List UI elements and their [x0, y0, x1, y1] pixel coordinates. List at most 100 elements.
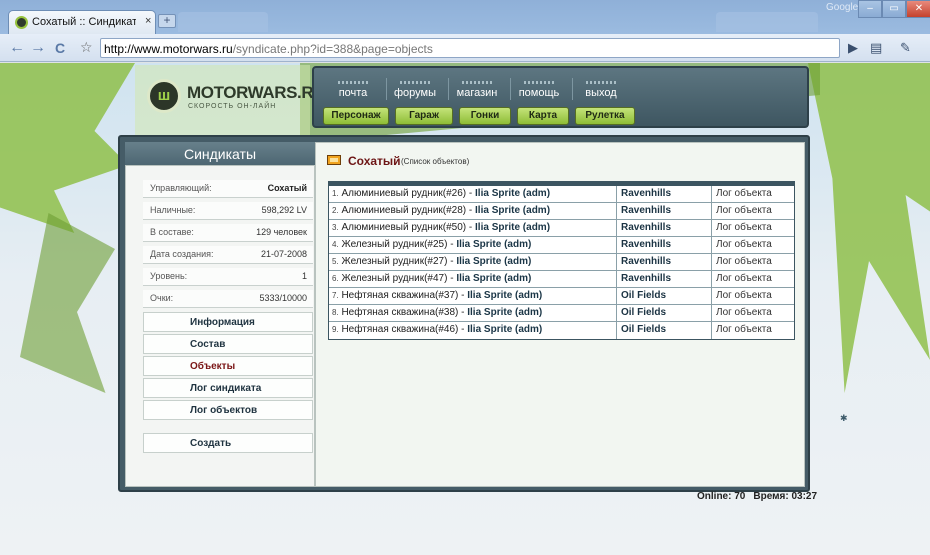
logo-emblem-icon: ш [147, 79, 181, 113]
window-controls: – ▭ ✕ [858, 0, 930, 18]
button-map[interactable]: Карта [517, 107, 569, 125]
object-log-link[interactable]: Лог объекта [713, 271, 795, 288]
reload-button[interactable]: C [55, 40, 65, 56]
create-button[interactable]: Создать [143, 433, 313, 453]
sidebar-link-objects-log[interactable]: Лог объектов [143, 400, 313, 420]
separator: - [447, 273, 457, 284]
background-tab[interactable] [716, 12, 818, 32]
new-tab-button[interactable]: + [158, 14, 176, 28]
decorative-mark-icon: ✱ [840, 413, 848, 423]
object-owner-link[interactable]: Ilia Sprite (adm) [475, 222, 550, 233]
play-icon[interactable]: ▶ [848, 40, 858, 56]
object-location: Ravenhills [618, 237, 712, 254]
object-log-link[interactable]: Лог объекта [713, 186, 795, 203]
object-log-link[interactable]: Лог объекта [713, 305, 795, 322]
object-owner-link[interactable]: Ilia Sprite (adm) [475, 188, 550, 199]
object-cell: 1. Алюминиевый рудник(#26) - Ilia Sprite… [329, 186, 617, 203]
table-row: 9. Нефтяная скважина(#46) - Ilia Sprite … [329, 322, 794, 339]
object-log-link[interactable]: Лог объекта [713, 203, 795, 220]
object-cell: 5. Железный рудник(#27) - Ilia Sprite (a… [329, 254, 617, 271]
row-number: 7. [332, 291, 339, 300]
object-log-link[interactable]: Лог объекта [713, 254, 795, 271]
object-owner-link[interactable]: Ilia Sprite (adm) [467, 324, 542, 335]
nav-link-mail[interactable]: почта [325, 81, 381, 99]
object-name: Железный рудник(#27) [341, 256, 448, 267]
browser-titlebar: Сохатый :: Синдикаты :: ... × + Google –… [0, 0, 930, 34]
row-number: 1. [332, 189, 339, 198]
table-row: 1. Алюминиевый рудник(#26) - Ilia Sprite… [329, 186, 794, 203]
sidebar-link-information[interactable]: Информация [143, 312, 313, 332]
object-owner-link[interactable]: Ilia Sprite (adm) [456, 273, 531, 284]
separator: - [447, 256, 457, 267]
info-row-points: Очки: 5333/10000 [143, 290, 313, 308]
nav-link-help[interactable]: помощь [511, 81, 567, 99]
button-garage[interactable]: Гараж [395, 107, 453, 125]
object-cell: 4. Железный рудник(#25) - Ilia Sprite (a… [329, 237, 617, 254]
sidebar-link-syndicate-log[interactable]: Лог синдиката [143, 378, 313, 398]
tab-close-icon[interactable]: × [145, 15, 151, 27]
object-location: Ravenhills [618, 254, 712, 271]
maximize-button[interactable]: ▭ [882, 0, 906, 18]
object-cell: 3. Алюминиевый рудник(#50) - Ilia Sprite… [329, 220, 617, 237]
background-splash [808, 63, 930, 393]
back-button[interactable]: ← [9, 40, 25, 56]
objects-panel: Сохатый (Список объектов) 1. Алюминиевый… [315, 142, 805, 487]
syndicate-sidebar: Управляющий: Сохатый Наличные: 598,292 L… [125, 165, 315, 487]
object-name: Алюминиевый рудник(#26) [341, 188, 467, 199]
info-row-manager: Управляющий: Сохатый [143, 180, 313, 198]
table-row: 5. Железный рудник(#27) - Ilia Sprite (a… [329, 254, 794, 271]
info-label: Дата создания: [150, 249, 214, 259]
row-number: 3. [332, 223, 339, 232]
object-location: Ravenhills [618, 186, 712, 203]
object-owner-link[interactable]: Ilia Sprite (adm) [475, 205, 550, 216]
object-owner-link[interactable]: Ilia Sprite (adm) [456, 256, 531, 267]
sidebar-link-members[interactable]: Состав [143, 334, 313, 354]
background-tab[interactable] [178, 12, 268, 32]
table-row: 6. Железный рудник(#47) - Ilia Sprite (a… [329, 271, 794, 288]
object-owner-link[interactable]: Ilia Sprite (adm) [467, 290, 542, 301]
bookmark-star-icon[interactable]: ☆ [80, 39, 93, 56]
wrench-menu-icon[interactable]: ✎ [900, 40, 911, 56]
site-logo[interactable]: ш MOTORWARS.RU СКОРОСТЬ ОН-ЛАЙН [135, 65, 326, 135]
object-location: Oil Fields [618, 305, 712, 322]
table-row: 2. Алюминиевый рудник(#28) - Ilia Sprite… [329, 203, 794, 220]
browser-tab-active[interactable]: Сохатый :: Синдикаты :: ... × [8, 10, 156, 34]
sidebar-link-objects[interactable]: Объекты [143, 356, 313, 376]
content-subtitle: (Список объектов) [401, 157, 470, 166]
object-log-link[interactable]: Лог объекта [713, 288, 795, 305]
nav-link-forums[interactable]: форумы [387, 81, 443, 99]
separator: - [466, 222, 476, 233]
minimize-button[interactable]: – [858, 0, 882, 18]
object-log-link[interactable]: Лог объекта [713, 220, 795, 237]
object-owner-link[interactable]: Ilia Sprite (adm) [467, 307, 542, 318]
info-row-created: Дата создания: 21-07-2008 [143, 246, 313, 264]
object-log-link[interactable]: Лог объекта [713, 237, 795, 254]
site-favicon-icon [15, 16, 28, 29]
button-roulette[interactable]: Рулетка [575, 107, 635, 125]
nav-link-shop[interactable]: магазин [449, 81, 505, 99]
separator: - [458, 290, 468, 301]
status-footer: Online: 70 Время: 03:27 [697, 491, 825, 502]
separator: - [466, 205, 476, 216]
info-label: Наличные: [150, 205, 196, 215]
object-log-link[interactable]: Лог объекта [713, 322, 795, 339]
info-label: Уровень: [150, 271, 188, 281]
close-window-button[interactable]: ✕ [906, 0, 930, 18]
nav-link-logout[interactable]: выход [573, 81, 629, 99]
page-viewport: ш MOTORWARS.RU СКОРОСТЬ ОН-ЛАЙН почта фо… [0, 63, 930, 555]
info-value: 129 человек [256, 227, 307, 237]
object-cell: 7. Нефтяная скважина(#37) - Ilia Sprite … [329, 288, 617, 305]
logo-name: MOTORWARS.RU [187, 83, 326, 102]
button-races[interactable]: Гонки [459, 107, 511, 125]
page-menu-icon[interactable]: ▤ [870, 40, 882, 56]
button-character[interactable]: Персонаж [323, 107, 389, 125]
forward-button[interactable]: → [30, 40, 46, 56]
info-value: 598,292 LV [261, 205, 307, 215]
info-label: В составе: [150, 227, 194, 237]
table-row: 4. Железный рудник(#25) - Ilia Sprite (a… [329, 237, 794, 254]
row-number: 6. [332, 274, 339, 283]
object-owner-link[interactable]: Ilia Sprite (adm) [456, 239, 531, 250]
address-bar[interactable]: http://www.motorwars.ru/syndicate.php?id… [100, 38, 840, 58]
url-host: http://www.motorwars.ru [104, 42, 233, 56]
object-name: Железный рудник(#25) [341, 239, 448, 250]
